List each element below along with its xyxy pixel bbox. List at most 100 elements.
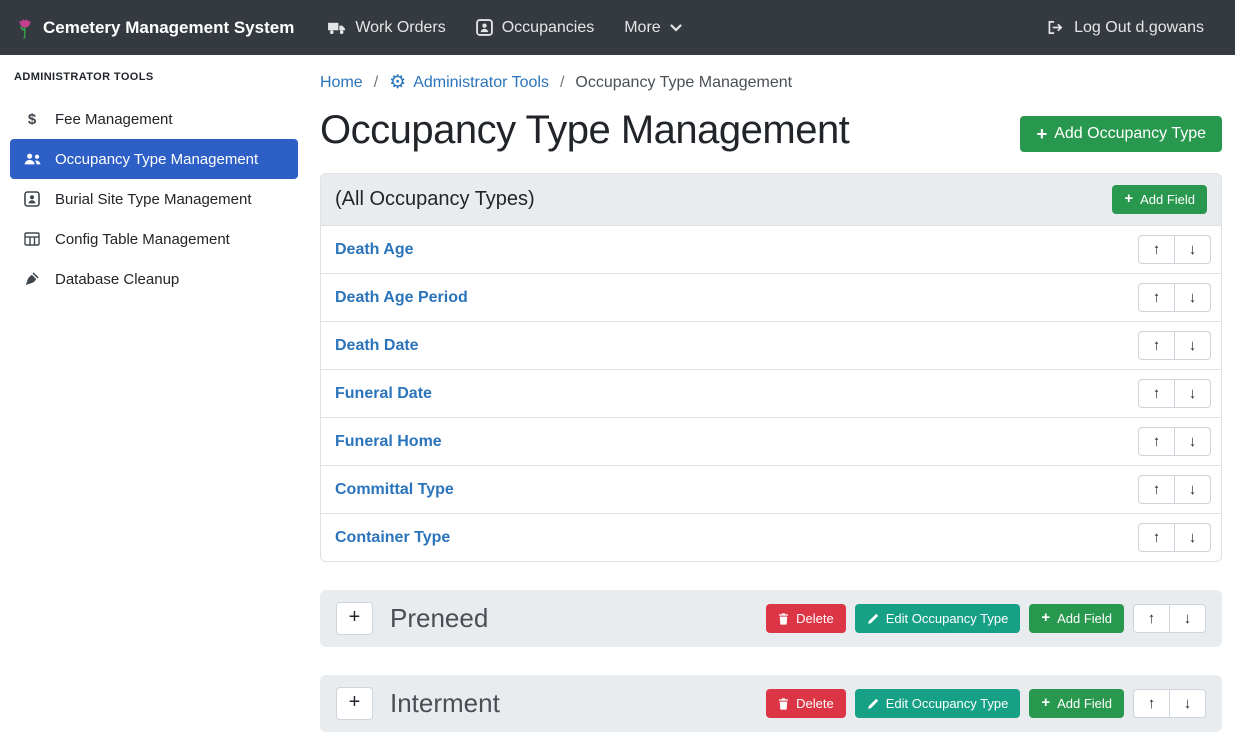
- reorder-buttons: ↑ ↓: [1133, 604, 1206, 633]
- move-down-button[interactable]: ↓: [1174, 523, 1211, 552]
- nav-work-orders[interactable]: Work Orders: [312, 11, 460, 45]
- occupancy-type-sections: + Preneed Delete Edit Occupancy Type + A…: [320, 590, 1222, 732]
- breadcrumb-current: Occupancy Type Management: [575, 74, 792, 92]
- sidebar-item-database-cleanup[interactable]: Database Cleanup: [10, 259, 298, 299]
- main-content: Home / ⚙ Administrator Tools / Occupancy…: [308, 55, 1235, 738]
- broom-icon: [22, 271, 42, 287]
- nav-work-orders-label: Work Orders: [355, 19, 445, 37]
- app-brand[interactable]: Cemetery Management System: [16, 15, 294, 40]
- flower-logo-icon: [16, 15, 34, 40]
- nav-more-label: More: [624, 19, 660, 37]
- reorder-buttons: ↑ ↓: [1138, 523, 1211, 552]
- sidebar-heading: ADMINISTRATOR TOOLS: [0, 65, 308, 99]
- occupancy-type-section-preneed: + Preneed Delete Edit Occupancy Type + A…: [320, 590, 1222, 647]
- field-link-container-type[interactable]: Container Type: [335, 529, 450, 547]
- field-link-death-date[interactable]: Death Date: [335, 337, 419, 355]
- sidebar: ADMINISTRATOR TOOLS $ Fee Management Occ…: [0, 55, 308, 738]
- add-occupancy-type-label: Add Occupancy Type: [1054, 125, 1206, 143]
- sidebar-item-burial-site-type-management[interactable]: Burial Site Type Management: [10, 179, 298, 219]
- edit-occupancy-type-button[interactable]: Edit Occupancy Type: [855, 604, 1021, 633]
- work-orders-icon: [327, 20, 346, 35]
- field-link-death-age[interactable]: Death Age: [335, 241, 414, 259]
- move-up-button[interactable]: ↑: [1138, 331, 1175, 360]
- plus-icon: +: [1041, 611, 1050, 626]
- app-title: Cemetery Management System: [43, 18, 294, 38]
- sidebar-item-occupancy-type-management[interactable]: Occupancy Type Management: [10, 139, 298, 179]
- dollar-icon: $: [22, 111, 42, 128]
- field-row: Death Date ↑ ↓: [321, 321, 1221, 369]
- breadcrumb: Home / ⚙ Administrator Tools / Occupancy…: [320, 69, 1222, 96]
- breadcrumb-separator: /: [560, 74, 564, 92]
- occupancies-icon: [476, 19, 493, 36]
- breadcrumb-home[interactable]: Home: [320, 74, 363, 92]
- add-field-button[interactable]: + Add Field: [1112, 185, 1207, 214]
- reorder-buttons: ↑ ↓: [1138, 475, 1211, 504]
- expand-button[interactable]: +: [336, 687, 373, 720]
- expand-button[interactable]: +: [336, 602, 373, 635]
- move-up-button[interactable]: ↑: [1138, 475, 1175, 504]
- navbar-links: Work Orders Occupancies More: [312, 11, 696, 45]
- table-icon: [22, 231, 42, 247]
- delete-button[interactable]: Delete: [766, 689, 846, 718]
- field-row: Committal Type ↑ ↓: [321, 465, 1221, 513]
- move-down-button[interactable]: ↓: [1174, 331, 1211, 360]
- sidebar-item-config-table-management[interactable]: Config Table Management: [10, 219, 298, 259]
- field-row: Death Age Period ↑ ↓: [321, 273, 1221, 321]
- nav-occupancies-label: Occupancies: [502, 19, 595, 37]
- move-down-button[interactable]: ↓: [1169, 689, 1206, 718]
- move-up-button[interactable]: ↑: [1138, 235, 1175, 264]
- move-up-button[interactable]: ↑: [1138, 283, 1175, 312]
- users-icon: [22, 152, 42, 166]
- reorder-buttons: ↑ ↓: [1138, 427, 1211, 456]
- nav-more[interactable]: More: [609, 11, 696, 45]
- section-title: Interment: [390, 688, 500, 719]
- plus-icon: +: [1036, 125, 1047, 143]
- add-occupancy-type-button[interactable]: + Add Occupancy Type: [1020, 116, 1222, 152]
- move-down-button[interactable]: ↓: [1174, 475, 1211, 504]
- move-up-button[interactable]: ↑: [1138, 523, 1175, 552]
- plus-icon: +: [1041, 696, 1050, 711]
- reorder-buttons: ↑ ↓: [1138, 283, 1211, 312]
- logout-button[interactable]: Log Out d.gowans: [1032, 11, 1219, 45]
- field-row: Funeral Date ↑ ↓: [321, 369, 1221, 417]
- field-link-committal-type[interactable]: Committal Type: [335, 481, 454, 499]
- move-up-button[interactable]: ↑: [1138, 427, 1175, 456]
- breadcrumb-separator: /: [374, 74, 378, 92]
- plus-icon: +: [1124, 192, 1133, 207]
- add-field-button[interactable]: + Add Field: [1029, 689, 1124, 718]
- gear-icon: ⚙: [389, 73, 406, 92]
- edit-occupancy-type-button[interactable]: Edit Occupancy Type: [855, 689, 1021, 718]
- card-title: (All Occupancy Types): [335, 188, 535, 211]
- reorder-buttons: ↑ ↓: [1138, 379, 1211, 408]
- field-link-death-age-period[interactable]: Death Age Period: [335, 289, 468, 307]
- pencil-icon: [867, 613, 879, 625]
- move-down-button[interactable]: ↓: [1174, 283, 1211, 312]
- move-up-button[interactable]: ↑: [1133, 604, 1170, 633]
- field-row: Funeral Home ↑ ↓: [321, 417, 1221, 465]
- field-list: Death Age ↑ ↓ Death Age Period ↑ ↓ Death…: [321, 226, 1221, 561]
- sidebar-item-fee-management[interactable]: $ Fee Management: [10, 99, 298, 139]
- logout-icon: [1047, 20, 1065, 35]
- move-down-button[interactable]: ↓: [1174, 379, 1211, 408]
- field-row: Container Type ↑ ↓: [321, 513, 1221, 561]
- reorder-buttons: ↑ ↓: [1133, 689, 1206, 718]
- add-field-label: Add Field: [1140, 192, 1195, 207]
- delete-button[interactable]: Delete: [766, 604, 846, 633]
- move-down-button[interactable]: ↓: [1174, 235, 1211, 264]
- move-up-button[interactable]: ↑: [1133, 689, 1170, 718]
- trash-icon: [778, 698, 789, 710]
- pencil-icon: [867, 698, 879, 710]
- sidebar-nav: $ Fee Management Occupancy Type Manageme…: [0, 99, 308, 299]
- field-link-funeral-home[interactable]: Funeral Home: [335, 433, 442, 451]
- move-down-button[interactable]: ↓: [1174, 427, 1211, 456]
- chevron-down-icon: [670, 24, 682, 32]
- add-field-button[interactable]: + Add Field: [1029, 604, 1124, 633]
- section-title: Preneed: [390, 603, 488, 634]
- move-up-button[interactable]: ↑: [1138, 379, 1175, 408]
- breadcrumb-admin-tools[interactable]: ⚙ Administrator Tools: [389, 73, 549, 92]
- occupancy-type-section-interment: + Interment Delete Edit Occupancy Type +…: [320, 675, 1222, 732]
- move-down-button[interactable]: ↓: [1169, 604, 1206, 633]
- field-link-funeral-date[interactable]: Funeral Date: [335, 385, 432, 403]
- logout-label: Log Out d.gowans: [1074, 19, 1204, 37]
- nav-occupancies[interactable]: Occupancies: [461, 11, 610, 45]
